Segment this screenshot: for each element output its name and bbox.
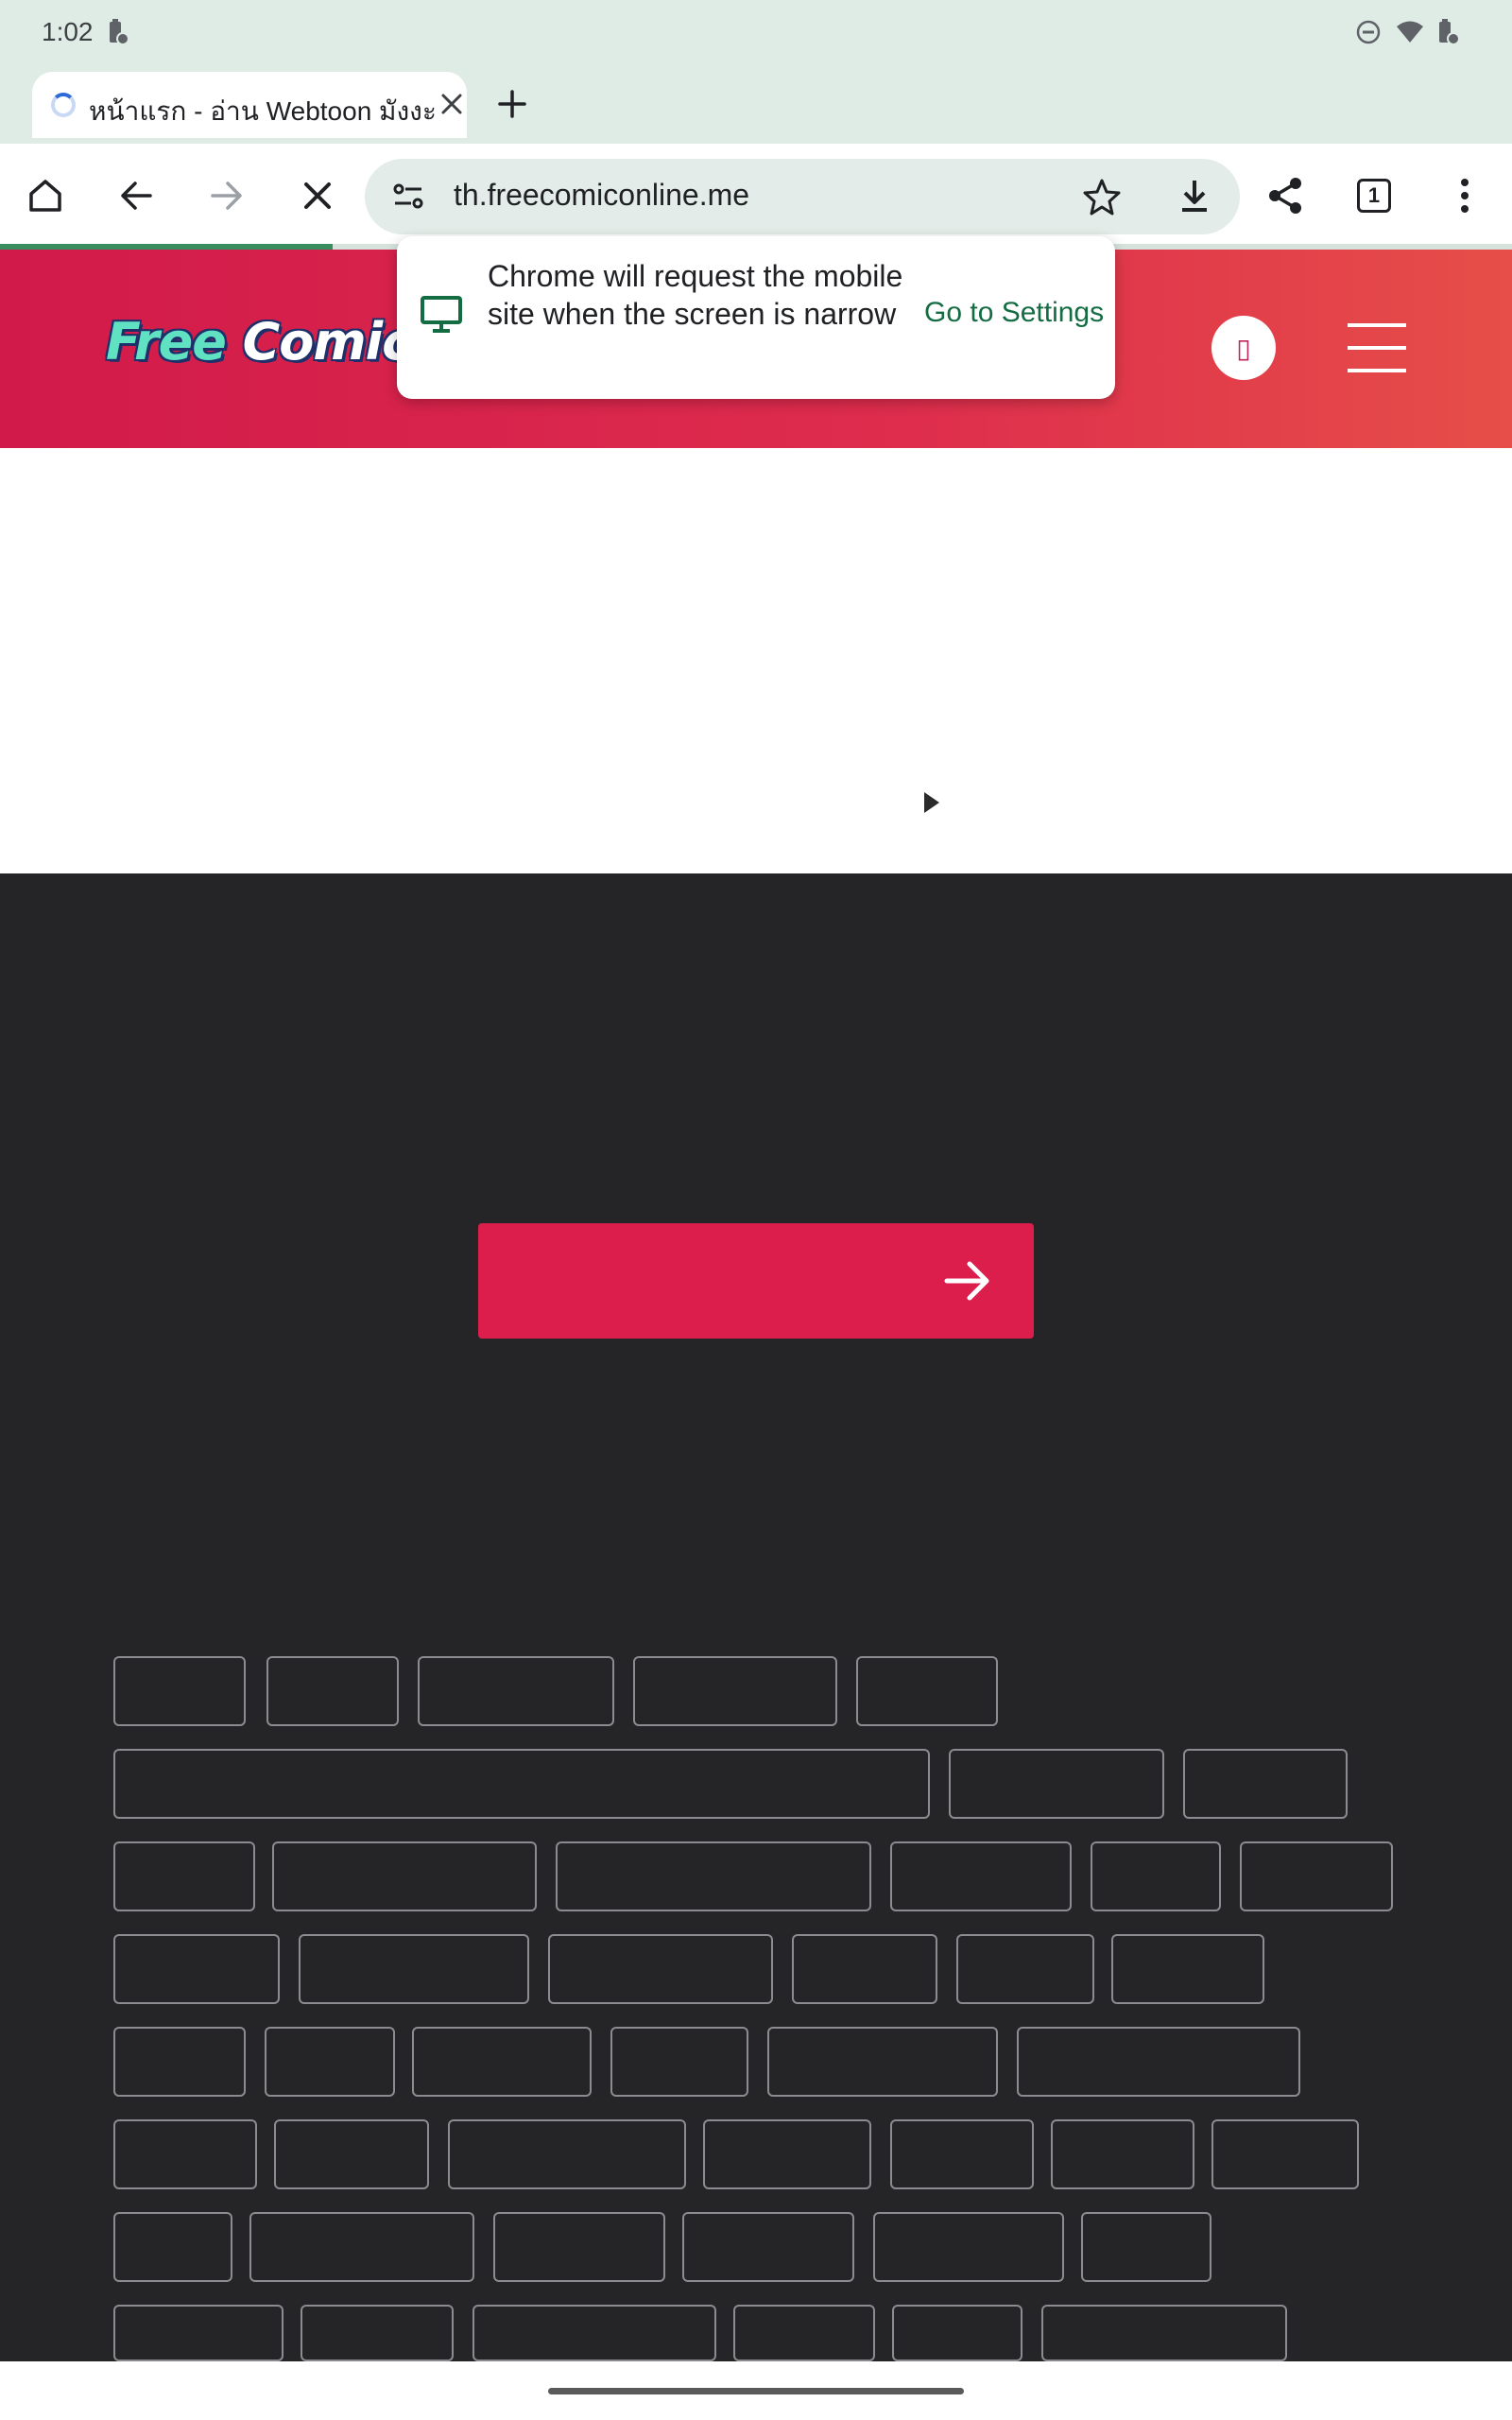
desktop-monitor-icon: [420, 295, 463, 339]
battery-saver-icon: [102, 17, 132, 47]
genre-tag[interactable]: [113, 2212, 232, 2282]
more-menu-icon: [1461, 179, 1469, 213]
tab-strip: หน้าแรก - อ่าน Webtoon มังงะ: [0, 68, 1512, 144]
genre-tag[interactable]: [610, 2027, 748, 2097]
genre-tag[interactable]: [113, 2027, 246, 2097]
genre-tag[interactable]: [412, 2027, 592, 2097]
genre-tag[interactable]: [1081, 2212, 1211, 2282]
cta-button[interactable]: [478, 1223, 1034, 1339]
plus-icon: [498, 90, 526, 118]
genre-tag[interactable]: [890, 2119, 1034, 2189]
bookmark-star-icon[interactable]: [1081, 176, 1123, 222]
genre-tag[interactable]: [1183, 1749, 1348, 1819]
forward-icon: [211, 182, 242, 210]
genre-tag[interactable]: [418, 1656, 614, 1726]
tab-count: 1: [1367, 183, 1381, 207]
address-bar[interactable]: th.freecomiconline.me: [365, 159, 1240, 234]
tab-switcher-button[interactable]: 1: [1346, 167, 1402, 224]
genre-tag[interactable]: [265, 2027, 395, 2097]
share-icon: [1269, 178, 1301, 214]
more-menu-button[interactable]: [1436, 167, 1493, 224]
genre-tag[interactable]: [890, 1841, 1072, 1911]
genre-tag[interactable]: [856, 1656, 998, 1726]
genre-tag[interactable]: [113, 1749, 930, 1819]
do-not-disturb-icon: [1353, 17, 1383, 47]
genre-tag[interactable]: [1051, 2119, 1194, 2189]
arrow-right-icon: [943, 1258, 992, 1308]
genre-tag[interactable]: [767, 2027, 998, 2097]
logo-free-text: Free: [106, 312, 227, 372]
genre-tag[interactable]: [1091, 1841, 1221, 1911]
genre-tag[interactable]: [1041, 2305, 1287, 2361]
genre-tag[interactable]: [113, 2119, 257, 2189]
wifi-icon: [1395, 17, 1425, 47]
hamburger-menu-icon[interactable]: [1348, 323, 1410, 372]
genre-tag[interactable]: [113, 2305, 284, 2361]
genre-tag[interactable]: [493, 2212, 665, 2282]
genre-tag[interactable]: [949, 1749, 1164, 1819]
status-time: 1:02: [42, 17, 94, 46]
site-settings-icon[interactable]: [389, 178, 427, 220]
forward-button[interactable]: [198, 167, 255, 224]
download-icon[interactable]: [1174, 176, 1215, 222]
genre-tag[interactable]: [548, 1934, 773, 2004]
genre-tag[interactable]: [301, 2305, 454, 2361]
genre-tag[interactable]: [1111, 1934, 1264, 2004]
genre-tag[interactable]: [472, 2305, 716, 2361]
genre-tag[interactable]: [274, 2119, 429, 2189]
share-button[interactable]: [1257, 167, 1314, 224]
back-button[interactable]: [108, 167, 164, 224]
home-button[interactable]: [17, 167, 74, 224]
nav-handle[interactable]: [548, 2388, 964, 2394]
genre-tag[interactable]: [792, 1934, 937, 2004]
genre-tag[interactable]: [448, 2119, 686, 2189]
status-bar: 1:02: [0, 0, 1512, 68]
genre-tag[interactable]: [892, 2305, 1022, 2361]
genre-tag[interactable]: [113, 1934, 280, 2004]
gesture-nav-bar: [0, 2361, 1512, 2420]
user-avatar-button[interactable]: ▯: [1211, 316, 1276, 380]
popup-message: Chrome will request the mobile site when…: [488, 259, 903, 331]
genre-tag[interactable]: [299, 1934, 529, 2004]
battery-icon: [1433, 17, 1463, 47]
url-text[interactable]: th.freecomiconline.me: [454, 178, 749, 213]
genre-tag[interactable]: [266, 1656, 399, 1726]
loading-spinner-icon: [51, 93, 76, 117]
desktop-site-popup: Chrome will request the mobile site when…: [397, 236, 1115, 399]
close-icon[interactable]: [429, 81, 474, 127]
tab-active[interactable]: หน้าแรก - อ่าน Webtoon มังงะ: [32, 72, 467, 138]
genre-tag[interactable]: [873, 2212, 1064, 2282]
genre-tag[interactable]: [249, 2212, 474, 2282]
genre-tag[interactable]: [1211, 2119, 1359, 2189]
genre-tag[interactable]: [1240, 1841, 1393, 1911]
genre-tag[interactable]: [113, 1841, 255, 1911]
tab-title: หน้าแรก - อ่าน Webtoon มังงะ: [89, 96, 437, 126]
genre-tag[interactable]: [113, 1656, 246, 1726]
back-icon: [121, 182, 152, 210]
home-icon: [29, 180, 61, 212]
genre-tag[interactable]: [733, 2305, 875, 2361]
go-to-settings-link[interactable]: Go to Settings: [924, 297, 1104, 329]
genre-tag[interactable]: [703, 2119, 871, 2189]
genre-tag[interactable]: [1017, 2027, 1300, 2097]
genre-tag[interactable]: [633, 1656, 837, 1726]
genre-tag[interactable]: [556, 1841, 871, 1911]
stop-loading-button[interactable]: [289, 167, 346, 224]
stop-icon: [304, 182, 331, 209]
genre-tag[interactable]: [272, 1841, 537, 1911]
play-icon[interactable]: [922, 790, 941, 820]
tab-count-icon: 1: [1357, 179, 1391, 213]
browser-toolbar: th.freecomiconline.me 1: [0, 144, 1512, 248]
genre-tag[interactable]: [956, 1934, 1094, 2004]
genre-tag[interactable]: [682, 2212, 854, 2282]
new-tab-button[interactable]: [490, 76, 535, 132]
banner-area: [0, 448, 1512, 873]
